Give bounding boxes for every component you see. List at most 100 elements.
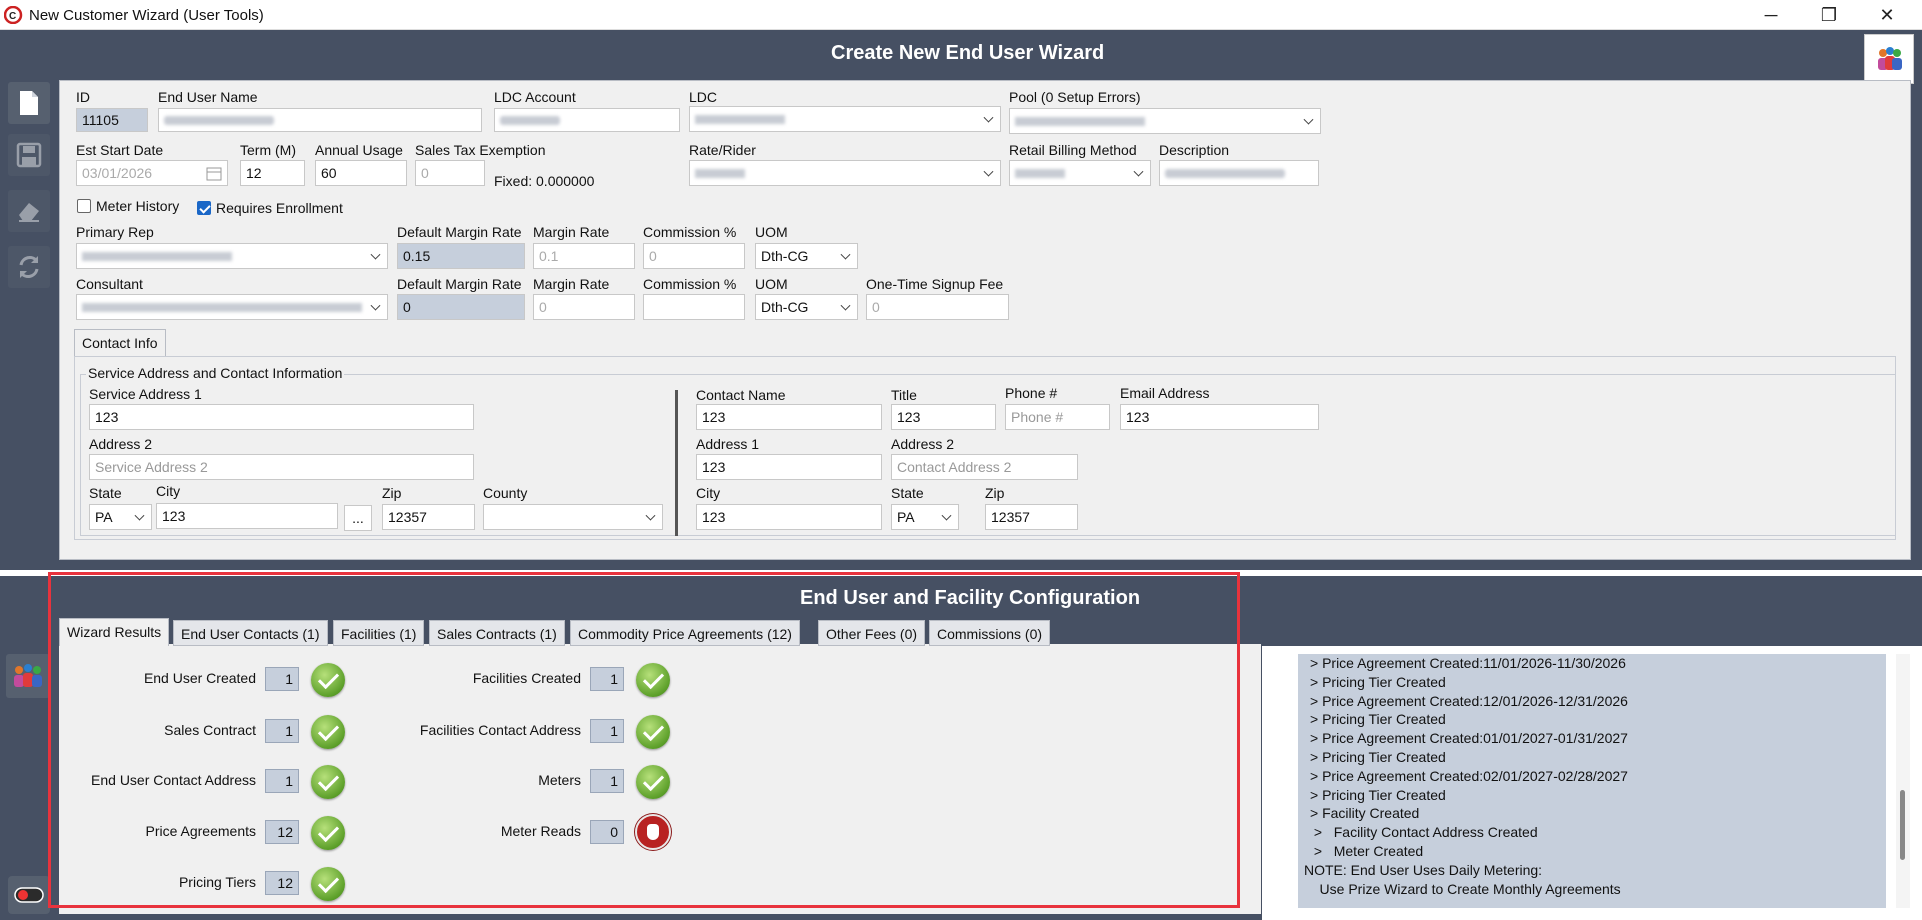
restore-button[interactable]: ❐ <box>1800 0 1858 30</box>
contact-city-field[interactable]: 123 <box>696 504 882 530</box>
margin-rate-label: Margin Rate <box>533 224 610 240</box>
city-field[interactable]: 123 <box>156 503 338 529</box>
clear-button[interactable] <box>8 190 50 232</box>
tab-end-user-contacts[interactable]: End User Contacts (1) <box>173 620 328 646</box>
email-field[interactable]: 123 <box>1120 404 1319 430</box>
result-label: Pricing Tiers <box>178 874 256 890</box>
check-icon <box>311 663 345 697</box>
phone-label: Phone # <box>1005 385 1058 401</box>
consultant-label: Consultant <box>76 276 143 292</box>
commission-field[interactable]: 0 <box>643 243 745 269</box>
refresh-icon <box>19 256 39 278</box>
end-user-name-field[interactable] <box>158 108 482 132</box>
ldc-select[interactable] <box>689 106 1001 132</box>
wizard-title: Create New End User Wizard <box>831 42 1105 64</box>
tab-contact-info[interactable]: Contact Info <box>74 329 166 357</box>
log-scrollbar[interactable] <box>1896 654 1910 908</box>
result-count: 12 <box>265 871 299 895</box>
contact-name-field[interactable]: 123 <box>696 404 882 430</box>
state-select[interactable]: PA <box>89 504 152 530</box>
contact-address1-field[interactable]: 123 <box>696 454 882 480</box>
uom-label: UOM <box>755 224 788 240</box>
refresh-button[interactable] <box>8 246 50 288</box>
id-field[interactable]: 11105 <box>76 108 148 132</box>
consultant-select[interactable] <box>76 294 388 320</box>
tab-sales-contracts[interactable]: Sales Contracts (1) <box>429 620 565 646</box>
result-label: Sales Contract <box>164 722 256 738</box>
users-button[interactable] <box>1864 34 1914 84</box>
minimize-button[interactable]: ─ <box>1742 0 1800 30</box>
consultant-margin-rate-field[interactable]: 0 <box>533 294 635 320</box>
sales-tax-field[interactable]: 0 <box>415 160 485 186</box>
pool-select[interactable] <box>1009 108 1321 134</box>
phone-field[interactable]: Phone # <box>1005 404 1110 430</box>
service-address2-field[interactable]: Service Address 2 <box>89 454 474 480</box>
contact-zip-label: Zip <box>985 485 1005 501</box>
service-address1-field[interactable]: 123 <box>89 404 474 430</box>
new-document-button[interactable] <box>8 82 50 124</box>
margin-rate-field[interactable]: 0.1 <box>533 243 635 269</box>
log-line: Use Prize Wizard to Create Monthly Agree… <box>1304 880 1621 897</box>
consultant-uom-select[interactable]: Dth-CG <box>755 294 858 320</box>
consultant-default-margin-field[interactable]: 0 <box>397 294 525 320</box>
check-icon <box>636 765 670 799</box>
config-title: End User and Facility Configuration <box>800 587 1141 609</box>
tab-commissions[interactable]: Commissions (0) <box>929 620 1051 646</box>
result-count: 1 <box>265 667 299 691</box>
toggle-button[interactable] <box>8 876 50 914</box>
log-line: > Price Agreement Created:02/01/2027-02/… <box>1310 767 1628 784</box>
wizard-log: > Price Agreement Created:11/01/2026-11/… <box>1298 654 1886 908</box>
ldc-account-field[interactable] <box>494 108 680 132</box>
meter-history-checkbox[interactable] <box>77 199 91 213</box>
consultant-margin-rate-label: Margin Rate <box>533 276 610 292</box>
ldc-account-label: LDC Account <box>494 89 576 105</box>
description-field[interactable] <box>1159 160 1319 186</box>
result-count: 1 <box>590 769 624 793</box>
save-button[interactable] <box>8 134 50 176</box>
log-line: > Price Agreement Created:01/01/2027-01/… <box>1310 730 1628 747</box>
contact-state-select[interactable]: PA <box>891 504 959 530</box>
log-scroll-thumb[interactable] <box>1900 790 1905 860</box>
commission-label: Commission % <box>643 224 737 240</box>
contact-name-label: Contact Name <box>696 387 786 403</box>
result-count: 12 <box>265 820 299 844</box>
city-lookup-button[interactable]: ... <box>344 505 372 531</box>
consultant-default-margin-label: Default Margin Rate <box>397 276 522 292</box>
end-users-button[interactable] <box>6 654 50 698</box>
stop-hand-icon <box>635 814 671 850</box>
tab-commodity-price-agreements[interactable]: Commodity Price Agreements (12) <box>570 620 800 646</box>
default-margin-field[interactable]: 0.15 <box>397 243 525 269</box>
description-label: Description <box>1159 142 1230 158</box>
tab-wizard-results[interactable]: Wizard Results <box>59 618 170 646</box>
close-button[interactable]: ✕ <box>1858 0 1916 30</box>
county-select[interactable] <box>483 504 663 530</box>
signup-fee-field[interactable]: 0 <box>866 294 1009 320</box>
result-label: End User Created <box>143 670 256 686</box>
uom-select[interactable]: Dth-CG <box>755 243 858 269</box>
log-line: > Pricing Tier Created <box>1310 786 1446 803</box>
annual-usage-field[interactable]: 60 <box>315 160 407 186</box>
consultant-commission-field[interactable] <box>643 294 745 320</box>
rate-rider-select[interactable] <box>689 160 1001 186</box>
primary-rep-select[interactable] <box>76 243 388 269</box>
contact-city-label: City <box>696 485 721 501</box>
tab-other-fees[interactable]: Other Fees (0) <box>818 620 926 646</box>
consultant-uom-label: UOM <box>755 276 788 292</box>
contact-zip-field[interactable]: 12357 <box>985 504 1078 530</box>
consultant-commission-label: Commission % <box>643 276 737 292</box>
city-label: City <box>156 483 181 499</box>
result-count: 1 <box>590 719 624 743</box>
retail-billing-select[interactable] <box>1009 160 1151 186</box>
calendar-icon[interactable] <box>206 166 222 181</box>
contact-divider <box>675 390 678 536</box>
log-line: NOTE: End User Uses Daily Metering: <box>1304 861 1543 878</box>
zip-field[interactable]: 12357 <box>382 504 475 530</box>
contact-address1-label: Address 1 <box>696 436 760 452</box>
term-field[interactable]: 12 <box>240 160 305 186</box>
contact-address2-field[interactable]: Contact Address 2 <box>891 454 1078 480</box>
title-field[interactable]: 123 <box>891 404 996 430</box>
retail-billing-label: Retail Billing Method <box>1009 142 1137 158</box>
tab-facilities[interactable]: Facilities (1) <box>333 620 425 646</box>
rate-rider-label: Rate/Rider <box>689 142 756 158</box>
requires-enrollment-checkbox[interactable] <box>197 201 211 215</box>
